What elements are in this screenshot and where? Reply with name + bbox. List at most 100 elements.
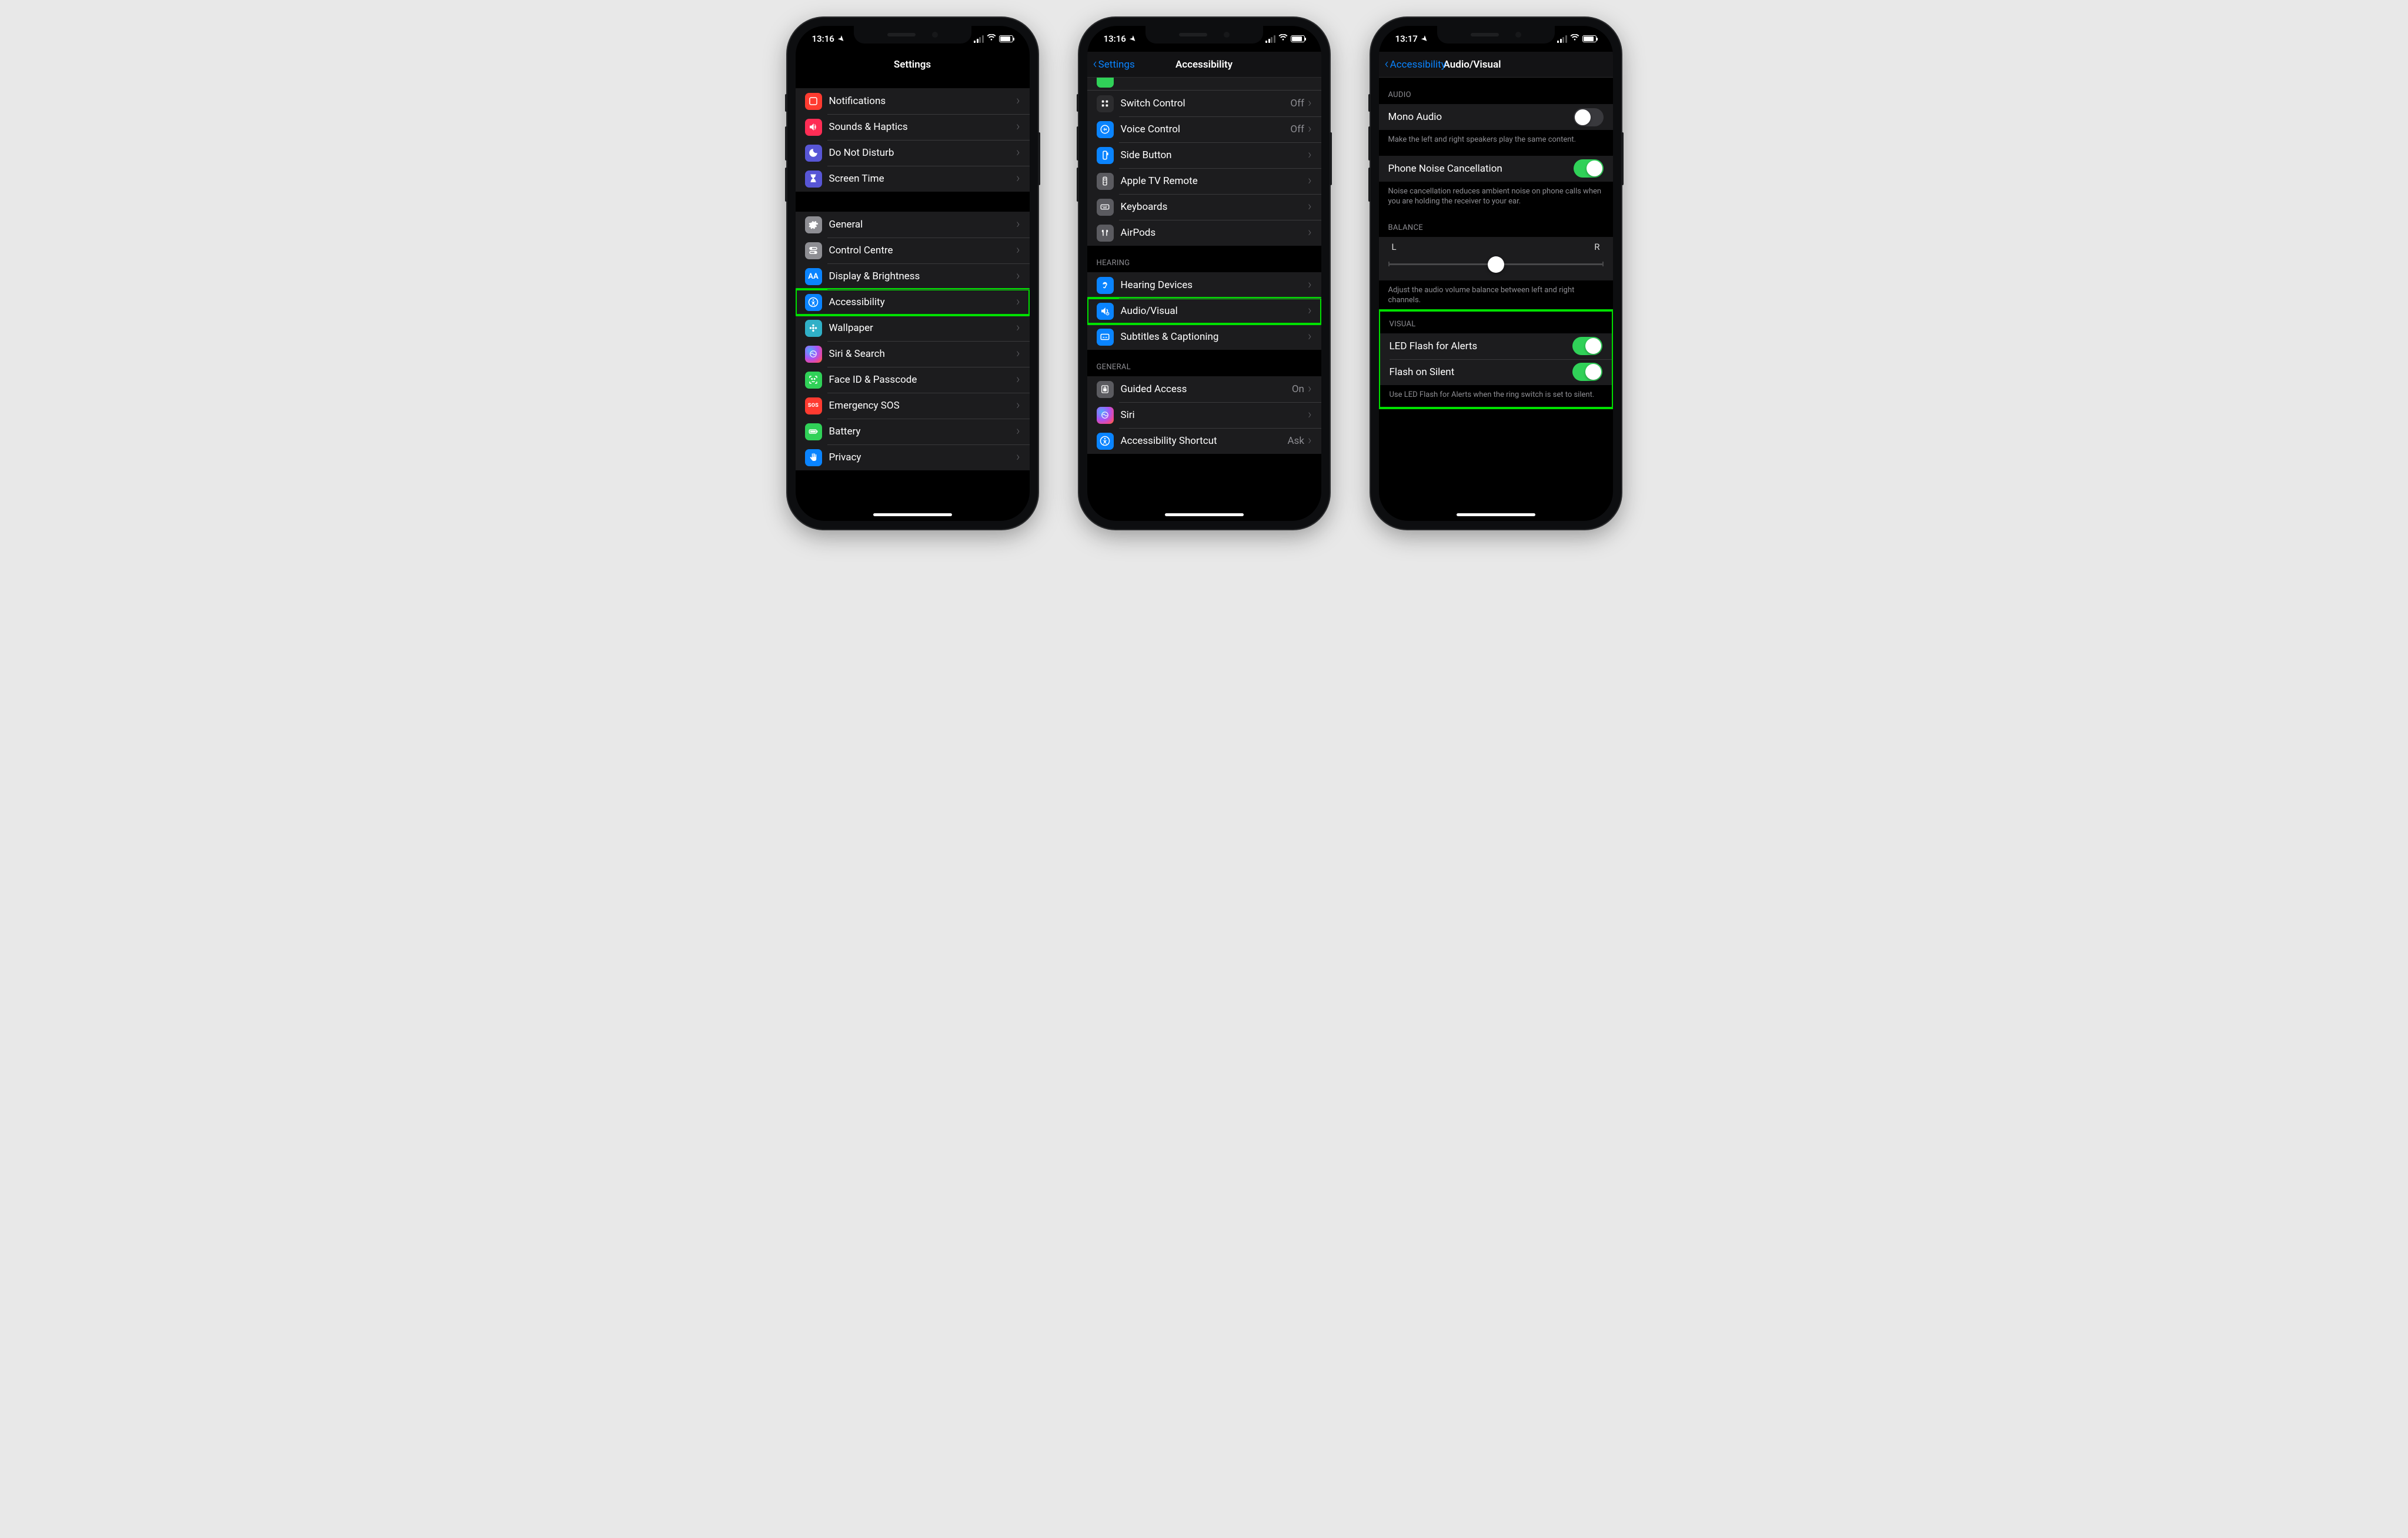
battery-icon [805,423,822,440]
row-dnd[interactable]: Do Not Disturb› [796,140,1030,166]
row-shortcut[interactable]: Accessibility ShortcutAsk› [1087,428,1321,454]
section-header-visual: VISUAL [1380,312,1612,333]
chevron-right-icon: › [1308,175,1312,188]
row-label: Notifications [829,95,1016,107]
grid-icon [1097,95,1114,112]
phone-audio-visual: 13:17➤ ‹Accessibility Audio/Visual AUDIO… [1371,18,1621,529]
chevron-right-icon: › [1308,97,1312,110]
chevron-right-icon: › [1016,146,1020,159]
row-label: Hearing Devices [1121,279,1308,291]
chevron-right-icon: › [1016,451,1020,464]
row-label: Phone Noise Cancellation [1388,163,1574,175]
toggle-noise-cancellation[interactable] [1574,159,1604,178]
row-guided[interactable]: Guided AccessOn› [1087,376,1321,402]
battery-icon [1582,35,1597,42]
chevron-right-icon: › [1308,149,1312,162]
nav-bar: Settings [796,52,1030,78]
footer-mono: Make the left and right speakers play th… [1379,130,1613,149]
footer-balance: Adjust the audio volume balance between … [1379,280,1613,309]
row-screentime[interactable]: Screen Time› [796,166,1030,192]
row-label: Flash on Silent [1390,366,1572,378]
section-header-balance: BALANCE [1379,210,1613,237]
row-siri[interactable]: Siri› [1087,402,1321,428]
chevron-left-icon: ‹ [1093,55,1097,72]
home-indicator[interactable] [873,513,952,516]
moon-icon [805,145,822,162]
row-privacy[interactable]: Privacy› [796,444,1030,470]
nav-title: Accessibility [1175,59,1233,71]
row-tv[interactable]: Apple TV Remote› [1087,168,1321,194]
status-time: 13:16 [1104,34,1126,44]
battery-icon [999,35,1013,42]
sos-icon: SOS [805,397,822,414]
toggle-flash-silent[interactable] [1572,363,1602,381]
back-button[interactable]: ‹Accessibility [1385,57,1446,72]
row-accessibility[interactable]: Accessibility› [796,289,1030,315]
row-general[interactable]: General› [796,212,1030,238]
keyboard-icon [1097,199,1114,216]
access-icon [805,294,822,311]
row-value: Off [1290,98,1304,109]
row-subs[interactable]: Subtitles & Captioning› [1087,324,1321,350]
chevron-right-icon: › [1016,270,1020,283]
row-value: Ask [1287,435,1304,447]
square-icon [805,93,822,110]
row-siri[interactable]: Siri & Search› [796,341,1030,367]
nav-title: Audio/Visual [1444,59,1501,71]
row-label: Screen Time [829,173,1016,185]
status-time: 13:16 [812,34,834,44]
row-label: Audio/Visual [1121,305,1308,317]
row-sos[interactable]: SOSEmergency SOS› [796,393,1030,419]
row-label: AirPods [1121,227,1308,239]
row-sounds[interactable]: Sounds & Haptics› [796,114,1030,140]
row-side[interactable]: Side Button› [1087,142,1321,168]
row-airpods[interactable]: AirPods› [1087,220,1321,246]
nav-title: Settings [894,59,931,71]
row-wallpaper[interactable]: Wallpaper› [796,315,1030,341]
notch [854,26,971,44]
accessibility-list[interactable]: Switch ControlOff›Voice ControlOff›Side … [1087,78,1321,521]
toggle-mono-audio[interactable] [1574,108,1604,126]
row-voice[interactable]: Voice ControlOff› [1087,116,1321,142]
chevron-right-icon: › [1016,121,1020,133]
wifi-icon [987,34,996,44]
row-faceid[interactable]: Face ID & Passcode› [796,367,1030,393]
balance-slider-row: LR [1379,237,1613,280]
row-hearing[interactable]: Hearing Devices› [1087,272,1321,298]
signal-icon [974,35,984,43]
location-icon: ➤ [1420,34,1430,44]
row-flash-silent[interactable]: Flash on Silent [1380,359,1612,385]
footer-visual: Use LED Flash for Alerts when the ring s… [1380,385,1612,407]
side-icon [1097,147,1114,164]
back-button[interactable]: ‹Settings [1093,57,1135,72]
row-led-flash[interactable]: LED Flash for Alerts [1380,333,1612,359]
toggle-led-flash[interactable] [1572,337,1602,355]
balance-slider[interactable] [1388,256,1604,273]
chevron-right-icon: › [1308,200,1312,213]
row-mono-audio[interactable]: Mono Audio [1379,104,1613,130]
partial-icon [1097,78,1114,88]
battery-icon [1291,35,1305,42]
wifi-icon [1570,34,1579,44]
home-indicator[interactable] [1165,513,1244,516]
ear-icon [1097,277,1114,294]
row-label: Siri [1121,409,1308,421]
chevron-right-icon: › [1016,347,1020,360]
row-control[interactable]: Control Centre› [796,238,1030,263]
chevron-right-icon: › [1308,123,1312,136]
audio-visual-list[interactable]: AUDIO Mono Audio Make the left and right… [1379,78,1613,521]
gear-icon [805,216,822,233]
chevron-right-icon: › [1308,226,1312,239]
face-icon [805,372,822,389]
row-noise-cancellation[interactable]: Phone Noise Cancellation [1379,156,1613,182]
settings-list[interactable]: Notifications›Sounds & Haptics›Do Not Di… [796,78,1030,521]
row-notifications[interactable]: Notifications› [796,88,1030,114]
row-av[interactable]: Audio/Visual› [1087,298,1321,324]
row-switch[interactable]: Switch ControlOff› [1087,91,1321,116]
row-kb[interactable]: Keyboards› [1087,194,1321,220]
back-label: Accessibility [1390,59,1446,71]
row-battery[interactable]: Battery› [796,419,1030,444]
slider-thumb[interactable] [1488,256,1504,273]
row-display[interactable]: AADisplay & Brightness› [796,263,1030,289]
home-indicator[interactable] [1457,513,1535,516]
